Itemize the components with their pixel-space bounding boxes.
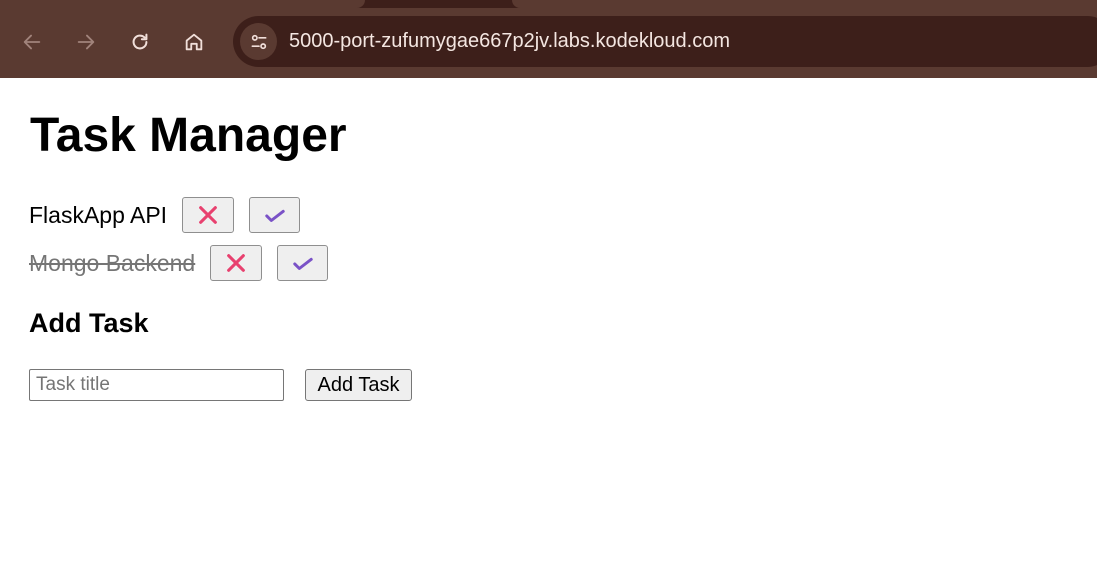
task-title-input[interactable]: [29, 369, 284, 401]
active-tab-edge: [0, 0, 365, 8]
check-mark-icon: [293, 257, 313, 270]
forward-button[interactable]: [68, 24, 104, 60]
cross-mark-icon: [199, 206, 217, 224]
address-bar[interactable]: 5000-port-zufumygae667p2jv.labs.kodeklou…: [233, 16, 1097, 67]
page-content: Task Manager FlaskApp API Mongo Backend …: [0, 78, 1097, 586]
check-mark-icon: [264, 209, 285, 222]
site-info-button[interactable]: [240, 23, 277, 60]
complete-task-button[interactable]: [249, 197, 301, 233]
reload-button[interactable]: [122, 24, 158, 60]
home-icon: [185, 33, 203, 51]
delete-task-button[interactable]: [182, 197, 235, 233]
home-button[interactable]: [176, 24, 212, 60]
task-title-completed: Mongo Backend: [29, 249, 196, 276]
delete-task-button[interactable]: [210, 245, 263, 281]
tune-icon: [251, 34, 266, 49]
complete-task-button[interactable]: [277, 245, 329, 281]
back-icon: [23, 34, 41, 50]
cross-mark-icon: [227, 254, 246, 272]
task-item: Mongo Backend: [29, 245, 329, 281]
browser-toolbar: 5000-port-zufumygae667p2jv.labs.kodeklou…: [0, 0, 1097, 78]
task-item: FlaskApp API: [29, 197, 301, 233]
tab-strip: [0, 0, 1097, 8]
add-task-heading: Add Task: [29, 308, 149, 338]
url-text[interactable]: 5000-port-zufumygae667p2jv.labs.kodeklou…: [289, 16, 730, 67]
page-title: Task Manager: [30, 109, 347, 162]
task-title: FlaskApp API: [29, 201, 168, 228]
forward-icon: [77, 34, 95, 50]
tab-strip-edge: [512, 0, 1097, 8]
reload-icon: [132, 33, 148, 50]
back-button[interactable]: [14, 24, 50, 60]
add-task-button[interactable]: Add Task: [305, 369, 412, 401]
